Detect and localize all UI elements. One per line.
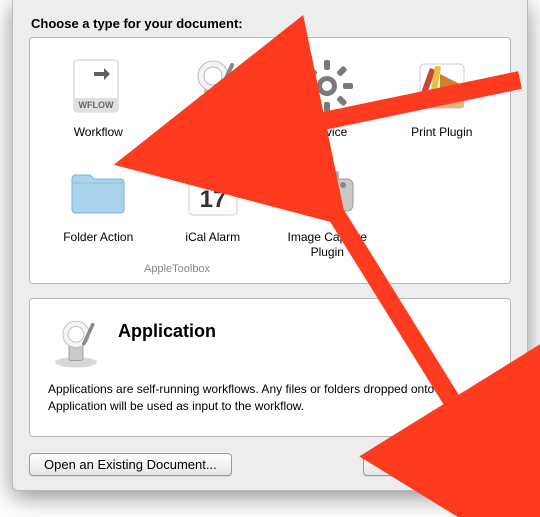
application-icon: [48, 315, 104, 371]
type-label: Service: [299, 124, 355, 141]
type-workflow[interactable]: WFLOW Workflow: [48, 52, 149, 141]
watermark-text: AppleToolbox: [144, 263, 492, 275]
svg-text:JUL: JUL: [205, 173, 220, 182]
choose-button[interactable]: Choose: [436, 453, 511, 476]
workflow-icon: WFLOW: [66, 54, 130, 118]
type-label: Folder Action: [55, 229, 141, 246]
type-label: Image Capture Plugin: [277, 229, 378, 261]
image-capture-icon: [295, 159, 359, 223]
service-icon: [295, 54, 359, 118]
type-label: Workflow: [66, 124, 131, 141]
application-icon: [181, 54, 245, 118]
types-container: WFLOW Workflow Application: [29, 37, 511, 284]
ical-alarm-icon: JUL 17: [181, 159, 245, 223]
svg-text:WFLOW: WFLOW: [79, 100, 114, 110]
types-grid: WFLOW Workflow Application: [48, 52, 492, 261]
close-button[interactable]: Close: [363, 453, 426, 476]
type-application[interactable]: Application: [163, 52, 264, 141]
type-label: Print Plugin: [403, 124, 480, 141]
type-label: iCal Alarm: [177, 229, 248, 246]
description-panel: Application Applications are self-runnin…: [29, 298, 511, 437]
print-plugin-icon: [410, 54, 474, 118]
description-text: Applications are self-running workflows.…: [48, 381, 492, 416]
type-image-capture-plugin[interactable]: Image Capture Plugin: [277, 157, 378, 261]
type-service[interactable]: Service: [277, 52, 378, 141]
type-folder-action[interactable]: Folder Action: [48, 157, 149, 246]
svg-text:17: 17: [199, 186, 226, 213]
open-existing-button[interactable]: Open an Existing Document...: [29, 453, 232, 476]
type-ical-alarm[interactable]: JUL 17 iCal Alarm: [163, 157, 264, 246]
type-print-plugin[interactable]: Print Plugin: [392, 52, 493, 141]
type-label: Application: [175, 124, 250, 141]
document-type-sheet: Choose a type for your document: WFLOW W…: [12, 0, 528, 491]
button-row: Open an Existing Document... Close Choos…: [29, 453, 511, 476]
description-title: Application: [118, 321, 216, 342]
folder-action-icon: [66, 159, 130, 223]
prompt-label: Choose a type for your document:: [31, 16, 511, 31]
